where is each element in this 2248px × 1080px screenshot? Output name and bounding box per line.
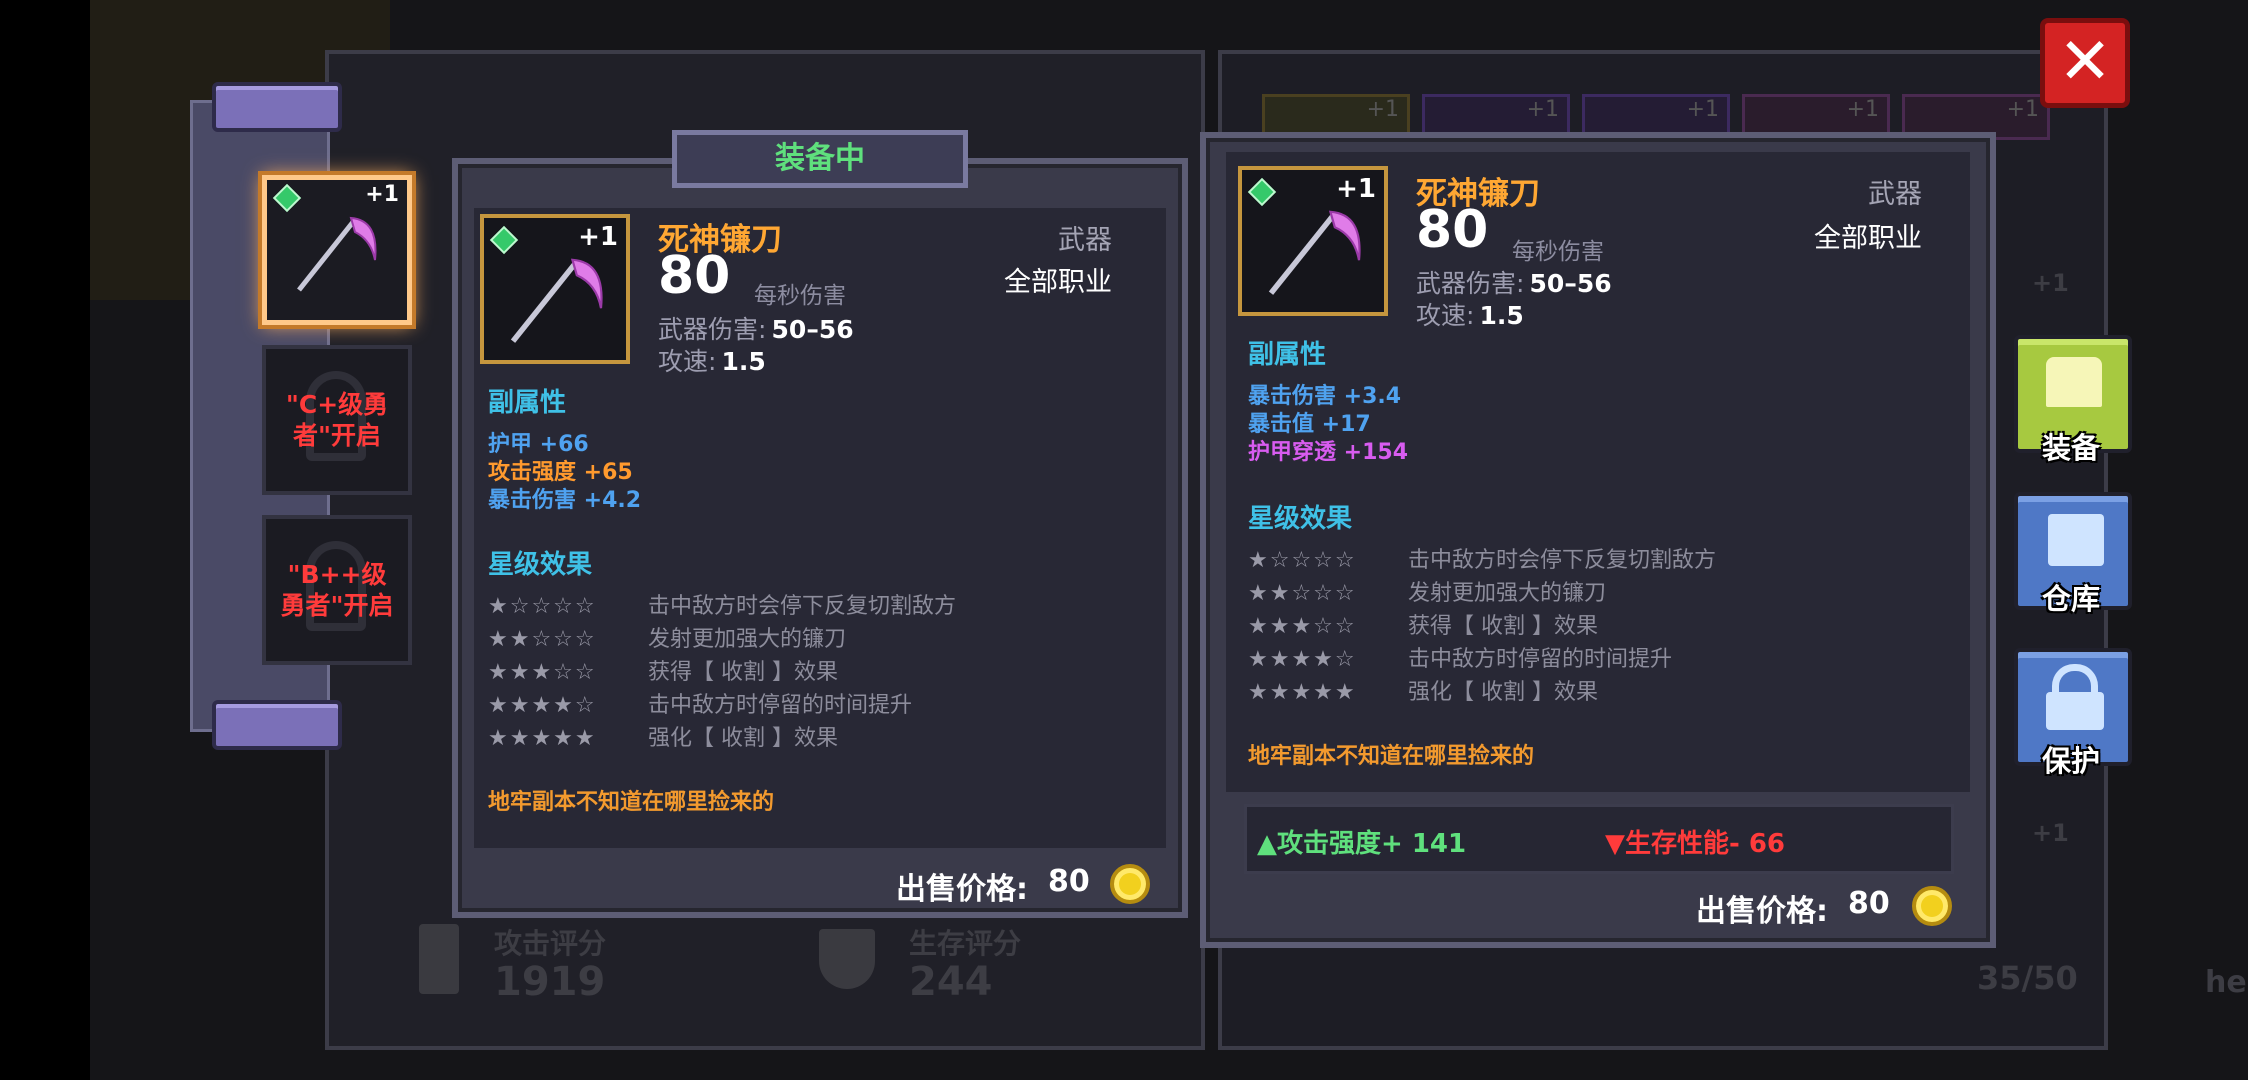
lock-icon xyxy=(2052,664,2098,694)
scythe-icon xyxy=(297,216,377,292)
substat: 暴击伤害 +4.2 xyxy=(488,488,642,513)
gold-coin-icon xyxy=(1912,886,1952,926)
item-icon-box: +1 xyxy=(480,214,630,364)
compare-down-text: ▼生存性能- 66 xyxy=(1605,829,1786,859)
weapon-damage-label: 武器伤害: xyxy=(658,315,767,344)
substats-title: 副属性 xyxy=(488,388,567,418)
star-effect-row: ★★☆☆☆ 发射更加强大的镰刀 xyxy=(1248,581,1607,606)
inventory-plus-label: +1 xyxy=(2032,819,2069,847)
locked-slot[interactable]: "C+级勇者"开启 xyxy=(262,345,412,495)
equip-button[interactable]: 装备 xyxy=(2014,335,2132,465)
comparison-bar: ▲攻击强度+ 141 ▼生存性能- 66 xyxy=(1244,804,1954,874)
attack-speed-label: 攻速: xyxy=(1416,301,1475,330)
item-class: 全部职业 xyxy=(1814,223,1922,254)
item-class: 全部职业 xyxy=(1004,267,1112,298)
attack-speed-value: 1.5 xyxy=(721,347,766,376)
star-effects-list: ★☆☆☆☆ 击中敌方时会停下反复切割敌方 ★★☆☆☆ 发射更加强大的镰刀 ★★★☆☆… xyxy=(1248,542,1716,707)
item-type: 武器 xyxy=(1058,225,1112,256)
star-effects-list: ★☆☆☆☆ 击中敌方时会停下反复切割敌方 ★★☆☆☆ 发射更加强大的镰刀 ★★★☆☆… xyxy=(488,588,956,753)
star-effect-row: ★★☆☆☆ 发射更加强大的镰刀 xyxy=(488,627,847,652)
item-icon-box: +1 xyxy=(1238,166,1388,316)
star-effect-row: ★☆☆☆☆ 击中敌方时会停下反复切割敌方 xyxy=(488,594,957,619)
scroll-down-button[interactable] xyxy=(212,700,342,750)
locked-slot-text: "C+级勇者"开启 xyxy=(285,390,389,450)
star-effect-row: ★★★★★ 强化【 收割 】效果 xyxy=(488,726,838,751)
star-rating: ★★☆☆☆ xyxy=(1248,581,1357,606)
weapon-damage-label: 武器伤害: xyxy=(1416,269,1525,298)
star-effect-row: ★★★☆☆ 获得【 收割 】效果 xyxy=(1248,614,1598,639)
star-effect-row: ★★★☆☆ 获得【 收割 】效果 xyxy=(488,660,838,685)
attack-score-label: 攻击评分 xyxy=(494,927,607,960)
star-effects-title: 星级效果 xyxy=(488,550,593,580)
scroll-up-button[interactable] xyxy=(212,82,342,132)
attack-speed-value: 1.5 xyxy=(1479,301,1524,330)
equipped-header: 装备中 xyxy=(672,130,968,188)
star-rating: ★☆☆☆☆ xyxy=(1248,548,1357,573)
warehouse-button[interactable]: 仓库 xyxy=(2014,492,2132,616)
substats-title: 副属性 xyxy=(1248,340,1327,370)
survival-score-value: 244 xyxy=(909,959,993,1005)
inventory-plus-label: +1 xyxy=(2032,269,2069,297)
sell-price-value: 80 xyxy=(1848,886,1890,921)
substat: 护甲穿透 +154 xyxy=(1248,440,1409,465)
star-effects-title: 星级效果 xyxy=(1248,504,1353,534)
star-rating: ★★★★☆ xyxy=(488,693,597,718)
sword-icon xyxy=(419,924,459,994)
star-effect-row: ★★★★★ 强化【 收割 】效果 xyxy=(1248,680,1598,705)
attack-speed-label: 攻速: xyxy=(658,347,717,376)
star-effect-row: ★☆☆☆☆ 击中敌方时会停下反复切割敌方 xyxy=(1248,548,1717,573)
scythe-icon xyxy=(510,258,603,343)
star-effect-row: ★★★★☆ 击中敌方时停留的时间提升 xyxy=(488,693,913,718)
flavor-text: 地牢副本不知道在哪里捡来的 xyxy=(1248,744,1535,769)
inventory-count: 35/50 xyxy=(1977,959,2078,997)
warehouse-button-label: 仓库 xyxy=(2042,582,2101,616)
armor-icon xyxy=(2046,357,2102,407)
chest-icon xyxy=(2048,514,2104,566)
star-rating: ★★★☆☆ xyxy=(1248,614,1357,639)
sell-price-label: 出售价格: xyxy=(896,872,1028,907)
dps-label: 每秒伤害 xyxy=(754,283,846,309)
equipped-item-card: +1 死神镰刀 80 每秒伤害 武器 全部职业 武器伤害: 50–56 攻速: … xyxy=(452,158,1188,918)
weapon-slot-equipped[interactable]: +1 xyxy=(262,175,412,325)
scythe-icon xyxy=(1268,210,1361,295)
sell-price-label: 出售价格: xyxy=(1696,894,1828,929)
star-rating: ★★☆☆☆ xyxy=(488,627,597,652)
star-rating: ★★★★☆ xyxy=(1248,647,1357,672)
star-rating: ★★★★★ xyxy=(488,726,597,751)
survival-score-label: 生存评分 xyxy=(909,927,1022,960)
protect-button-label: 保护 xyxy=(2042,744,2101,778)
star-rating: ★☆☆☆☆ xyxy=(488,594,597,619)
star-effect-row: ★★★★☆ 击中敌方时停留的时间提升 xyxy=(1248,647,1673,672)
locked-slot-text: "B++级勇者"开启 xyxy=(280,560,394,620)
compare-up-text: ▲攻击强度+ 141 xyxy=(1257,829,1467,859)
sell-price-value: 80 xyxy=(1048,864,1090,899)
flavor-text: 地牢副本不知道在哪里捡来的 xyxy=(488,790,775,815)
protect-button[interactable]: 保护 xyxy=(2014,648,2132,778)
gold-coin-icon xyxy=(1110,864,1150,904)
star-rating: ★★★★★ xyxy=(1248,680,1357,705)
star-rating: ★★★☆☆ xyxy=(488,660,597,685)
dps-value: 80 xyxy=(1416,200,1489,260)
weapon-damage-value: 50–56 xyxy=(1529,269,1612,298)
shield-icon xyxy=(819,929,875,989)
item-type: 武器 xyxy=(1868,179,1922,210)
equip-button-label: 装备 xyxy=(2042,431,2101,465)
attack-score-value: 1919 xyxy=(494,959,606,1005)
compare-item-card: +1 死神镰刀 80 每秒伤害 武器 全部职业 武器伤害: 50–56 攻速: … xyxy=(1200,132,1996,948)
dps-value: 80 xyxy=(658,246,731,306)
locked-slot[interactable]: "B++级勇者"开启 xyxy=(262,515,412,665)
close-button[interactable]: ✕ xyxy=(2040,18,2130,108)
clipped-text: he xyxy=(2205,965,2247,1000)
dps-label: 每秒伤害 xyxy=(1512,239,1604,265)
weapon-damage-value: 50–56 xyxy=(771,315,854,344)
